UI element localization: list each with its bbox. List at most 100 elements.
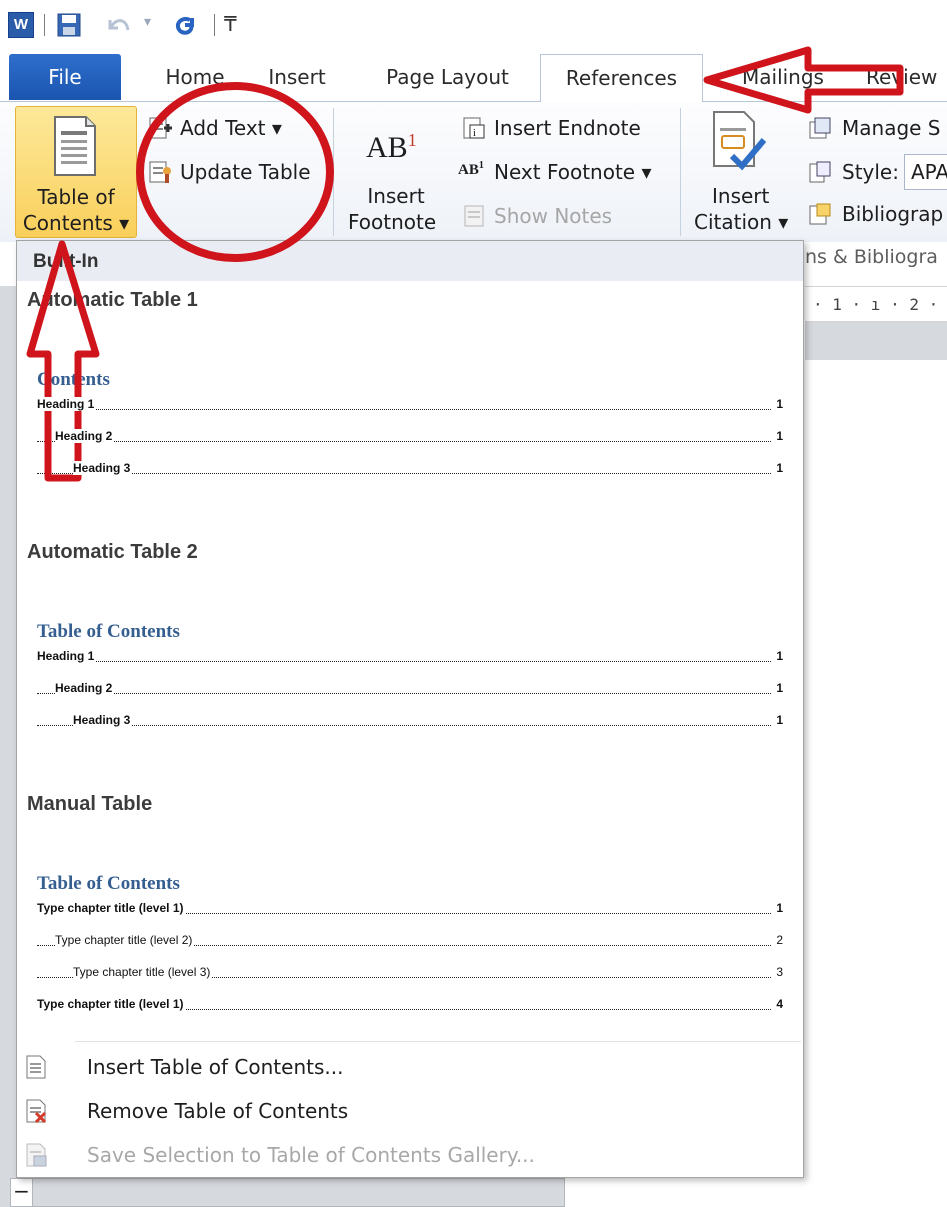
preview-entry-text: Type chapter title (level 2) bbox=[55, 933, 195, 947]
gallery-item-title: Automatic Table 2 bbox=[27, 541, 198, 563]
remove-toc-icon bbox=[26, 1099, 47, 1123]
add-text-button[interactable]: Add Text ▾ bbox=[180, 116, 282, 140]
preview-heading: Contents bbox=[37, 369, 110, 390]
preview-entry-page: 1 bbox=[774, 461, 783, 475]
manage-sources-icon bbox=[809, 117, 831, 139]
tab-file[interactable]: File bbox=[9, 54, 121, 100]
show-notes-button[interactable]: Show Notes bbox=[494, 204, 612, 228]
preview-entry-page: 3 bbox=[774, 965, 783, 979]
preview-heading: Table of Contents bbox=[37, 873, 180, 894]
tab-review[interactable]: Review bbox=[866, 64, 947, 102]
gallery-item-manual-table[interactable]: Manual Table Table of Contents Type chap… bbox=[17, 787, 803, 1027]
redo-icon[interactable] bbox=[172, 12, 200, 38]
ruler-ticks: · 1 · ı · 2 · bbox=[813, 295, 939, 314]
preview-entry: Type chapter title (level 1) 1 bbox=[37, 901, 783, 917]
manage-sources-button[interactable]: Manage S bbox=[842, 116, 941, 140]
group-separator bbox=[680, 108, 681, 236]
table-of-contents-dropdown: Built-In Automatic Table 1 Contents Head… bbox=[16, 240, 804, 1178]
qat-separator bbox=[44, 14, 45, 36]
insert-citation-icon bbox=[713, 111, 766, 171]
insert-footnote-label-line2[interactable]: Footnote bbox=[348, 210, 436, 234]
toc-preview: Contents Heading 1 1 Heading 2 1 Heading 3… bbox=[33, 357, 783, 525]
preview-entry-text: Type chapter title (level 1) bbox=[37, 997, 186, 1011]
update-table-button[interactable]: Update Table bbox=[180, 160, 311, 184]
save-selection-icon bbox=[26, 1143, 47, 1167]
style-label: Style: bbox=[842, 160, 899, 184]
tab-home[interactable]: Home bbox=[150, 64, 240, 102]
tab-references[interactable]: References bbox=[540, 54, 703, 103]
preview-entry: Type chapter title (level 3) 3 bbox=[37, 965, 783, 981]
insert-endnote-button[interactable]: Insert Endnote bbox=[494, 116, 641, 140]
remove-table-of-contents-item[interactable]: Remove Table of Contents bbox=[17, 1089, 803, 1133]
preview-entry: Type chapter title (level 2) 2 bbox=[37, 933, 783, 949]
qat-separator bbox=[214, 14, 215, 36]
gallery-item-automatic-table-2[interactable]: Automatic Table 2 Table of Contents Head… bbox=[17, 535, 803, 787]
undo-dropdown-icon[interactable]: ▾ bbox=[144, 14, 151, 40]
bibliography-icon bbox=[809, 203, 831, 225]
horizontal-ruler[interactable]: · 1 · ı · 2 · bbox=[805, 286, 947, 322]
tab-page-layout[interactable]: Page Layout bbox=[380, 64, 515, 102]
gallery-item-automatic-table-1[interactable]: Automatic Table 1 Contents Heading 1 1 He… bbox=[17, 283, 803, 535]
save-icon[interactable] bbox=[56, 12, 82, 38]
preview-entry: Heading 3 1 bbox=[37, 461, 783, 477]
word-logo-icon[interactable]: W bbox=[8, 12, 34, 38]
collapse-button[interactable]: − bbox=[11, 1179, 33, 1206]
add-text-icon bbox=[149, 117, 172, 139]
preview-entry: Heading 3 1 bbox=[37, 713, 783, 729]
ribbon-tab-bar: File Home Insert Page Layout References … bbox=[0, 52, 947, 103]
preview-entry: Heading 2 1 bbox=[37, 429, 783, 445]
preview-entry: Heading 1 1 bbox=[37, 397, 783, 413]
table-of-contents-button[interactable]: Table of Contents ▾ bbox=[15, 106, 137, 238]
preview-entry: Heading 1 1 bbox=[37, 649, 783, 665]
show-notes-icon bbox=[464, 205, 484, 227]
tab-insert[interactable]: Insert bbox=[262, 64, 332, 102]
insert-endnote-icon: i bbox=[463, 117, 485, 139]
insert-footnote-icon: AB1 bbox=[366, 130, 417, 164]
next-footnote-button[interactable]: Next Footnote ▾ bbox=[494, 160, 652, 184]
insert-footnote-label-line1[interactable]: Insert bbox=[365, 184, 427, 208]
preview-entry-text: Type chapter title (level 1) bbox=[37, 901, 186, 915]
page-background bbox=[805, 322, 947, 360]
toc-preview: Table of Contents Heading 11 Heading 21 … bbox=[33, 609, 783, 777]
references-ribbon: Table of Contents ▾ Add Text ▾ Update Ta… bbox=[0, 102, 947, 242]
undo-icon[interactable] bbox=[104, 12, 134, 38]
preview-entry: Type chapter title (level 1) 4 bbox=[37, 997, 783, 1013]
insert-citation-label-line1[interactable]: Insert bbox=[712, 184, 769, 208]
customize-qat-icon[interactable]: ₸ bbox=[224, 12, 237, 38]
menu-separator bbox=[75, 1041, 801, 1042]
preview-entry-page: 4 bbox=[774, 997, 783, 1011]
vertical-ruler bbox=[0, 286, 16, 1207]
preview-entry-page: 1 bbox=[774, 397, 783, 411]
save-selection-label: Save Selection to Table of Contents Gall… bbox=[87, 1143, 535, 1167]
svg-text:i: i bbox=[473, 128, 476, 139]
tab-mailings[interactable]: Mailings bbox=[728, 64, 838, 102]
toc-button-label-line1: Table of bbox=[37, 185, 115, 209]
preview-heading: Table of Contents bbox=[37, 621, 180, 642]
insert-toc-icon bbox=[26, 1055, 46, 1079]
preview-entry-text: Heading 2 bbox=[55, 429, 115, 443]
style-select[interactable]: APA bbox=[904, 154, 947, 190]
group-separator bbox=[333, 108, 334, 236]
preview-entry-page: 1 bbox=[774, 901, 783, 915]
horizontal-scrollbar[interactable]: − bbox=[10, 1178, 565, 1207]
preview-entry: Heading 2 1 bbox=[37, 681, 783, 697]
save-selection-to-gallery-item[interactable]: Save Selection to Table of Contents Gall… bbox=[17, 1133, 803, 1177]
preview-entry-page: 2 bbox=[774, 933, 783, 947]
builtin-section-header: Built-In bbox=[17, 241, 803, 281]
preview-entry-page: 1 bbox=[774, 681, 783, 695]
next-footnote-icon: AB1 bbox=[458, 160, 484, 178]
bibliography-button[interactable]: Bibliograp bbox=[842, 202, 943, 226]
toc-preview: Table of Contents Type chapter title (le… bbox=[33, 861, 783, 1021]
preview-entry-text: Type chapter title (level 3) bbox=[73, 965, 213, 979]
preview-entry-page: 1 bbox=[774, 713, 783, 727]
preview-entry-text: Heading 3 bbox=[73, 461, 133, 475]
preview-entry-text: Heading 1 bbox=[37, 649, 97, 663]
preview-entry-text: Heading 3 bbox=[73, 713, 133, 727]
preview-entry-page: 1 bbox=[774, 649, 783, 663]
quick-access-toolbar: W ▾ ₸ bbox=[0, 0, 947, 52]
insert-toc-label: Insert Table of Contents... bbox=[87, 1055, 344, 1079]
table-of-contents-icon bbox=[54, 116, 96, 176]
builtin-label: Built-In bbox=[33, 251, 99, 272]
insert-citation-label-line2[interactable]: Citation ▾ bbox=[694, 210, 788, 234]
insert-table-of-contents-item[interactable]: Insert Table of Contents... bbox=[17, 1045, 803, 1089]
